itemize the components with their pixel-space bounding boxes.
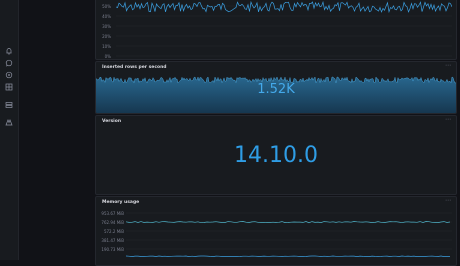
panel-title: Memory usage — [102, 200, 140, 205]
memory-usage-graph[interactable] — [126, 211, 452, 261]
panel-menu-icon[interactable]: ⋯ — [445, 63, 451, 69]
y-tick-label: 190.73 MiB — [101, 247, 124, 252]
y-tick-label: 40% — [102, 14, 111, 19]
version-panel: Version ⋯ 14.10.0 — [95, 115, 457, 195]
server-icon[interactable] — [5, 101, 13, 109]
y-tick-label: 381.47 MiB — [101, 238, 124, 243]
memory-usage-panel: Memory usage ⋯ 953.67 MiB 762.94 MiB 572… — [95, 196, 457, 266]
y-tick-label: 20% — [102, 34, 111, 39]
bell-icon[interactable] — [5, 47, 13, 55]
chat-icon[interactable] — [5, 59, 13, 67]
panel-title: Inserted rows per second — [102, 65, 167, 70]
panel-menu-icon[interactable]: ⋯ — [445, 198, 451, 204]
memory-series-line — [126, 255, 450, 257]
y-tick-label: 50% — [102, 4, 111, 9]
compass-icon[interactable] — [5, 71, 13, 79]
y-tick-label: 10% — [102, 44, 111, 49]
cpu-usage-panel: 50% 40% 30% 20% 10% 0% — [95, 0, 457, 60]
y-tick-label: 953.67 MiB — [101, 211, 124, 216]
panel-title: Version — [102, 119, 122, 124]
y-tick-label: 0% — [104, 54, 111, 59]
cpu-series-line — [116, 0, 452, 14]
panel-menu-icon[interactable]: ⋯ — [445, 117, 451, 123]
dashboard-grid-icon[interactable] — [5, 83, 13, 91]
inserted-rows-panel: Inserted rows per second ⋯ 1.52K — [95, 61, 457, 114]
inserted-rows-value: 1.52K — [257, 82, 295, 97]
y-tick-label: 762.94 MiB — [101, 220, 124, 225]
side-menu — [0, 0, 19, 260]
y-tick-label: 572.2 MiB — [103, 229, 124, 234]
cluster-icon[interactable] — [5, 118, 13, 126]
version-value: 14.10.0 — [234, 143, 318, 168]
y-tick-label: 30% — [102, 24, 111, 29]
cpu-usage-graph[interactable] — [116, 0, 452, 60]
